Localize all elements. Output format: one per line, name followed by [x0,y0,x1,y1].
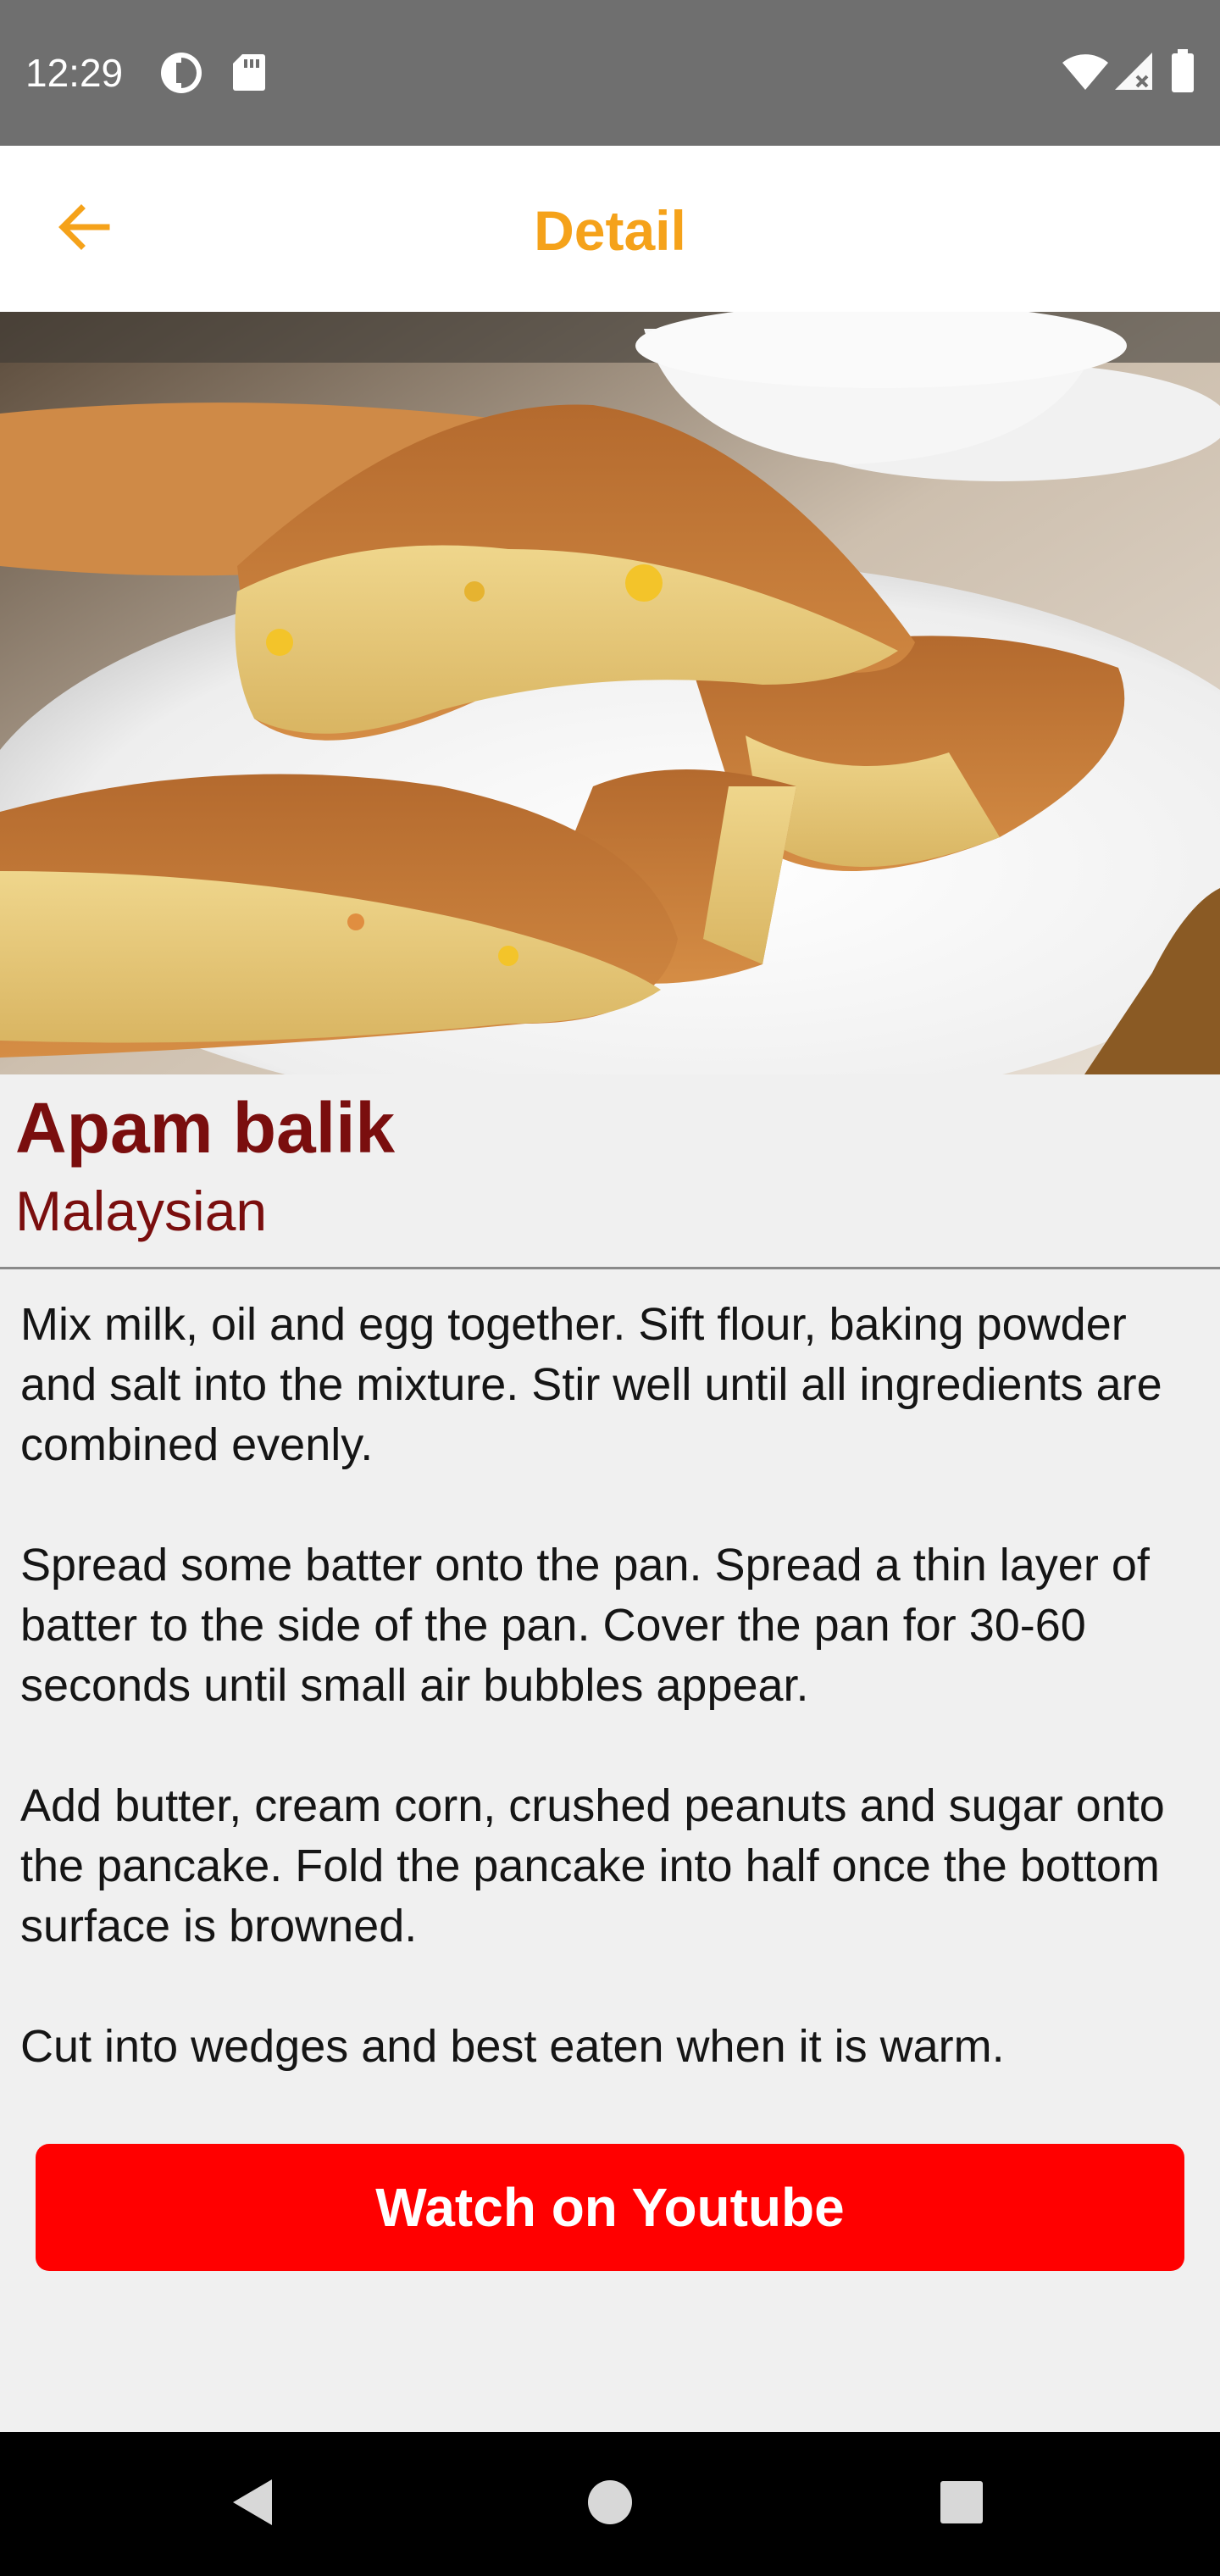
recents-square-icon [939,2479,984,2529]
status-bar: 12:29 [0,0,1220,146]
system-nav-bar [0,2432,1220,2576]
back-triangle-icon [228,2476,279,2533]
nav-back-button[interactable] [215,2466,291,2542]
nav-recents-button[interactable] [923,2466,1000,2542]
signal-icon [1113,51,1154,96]
nav-home-button[interactable] [572,2466,648,2542]
home-circle-icon [586,2479,634,2530]
status-time: 12:29 [25,51,124,95]
page-title: Detail [534,199,686,262]
recipe-image [0,312,1220,1074]
divider [0,1267,1220,1269]
app-bar: Detail [0,146,1220,312]
data-saver-icon [159,51,203,99]
sd-card-icon [232,53,266,96]
wifi-icon [1061,53,1110,96]
recipe-name: Apam balik [15,1088,396,1168]
battery-icon [1171,49,1195,97]
recipe-instructions: Mix milk, oil and egg together. Sift flo… [20,1299,1165,2072]
recipe-area: Malaysian [15,1180,268,1242]
watch-on-youtube-button[interactable]: Watch on Youtube [36,2144,1184,2271]
